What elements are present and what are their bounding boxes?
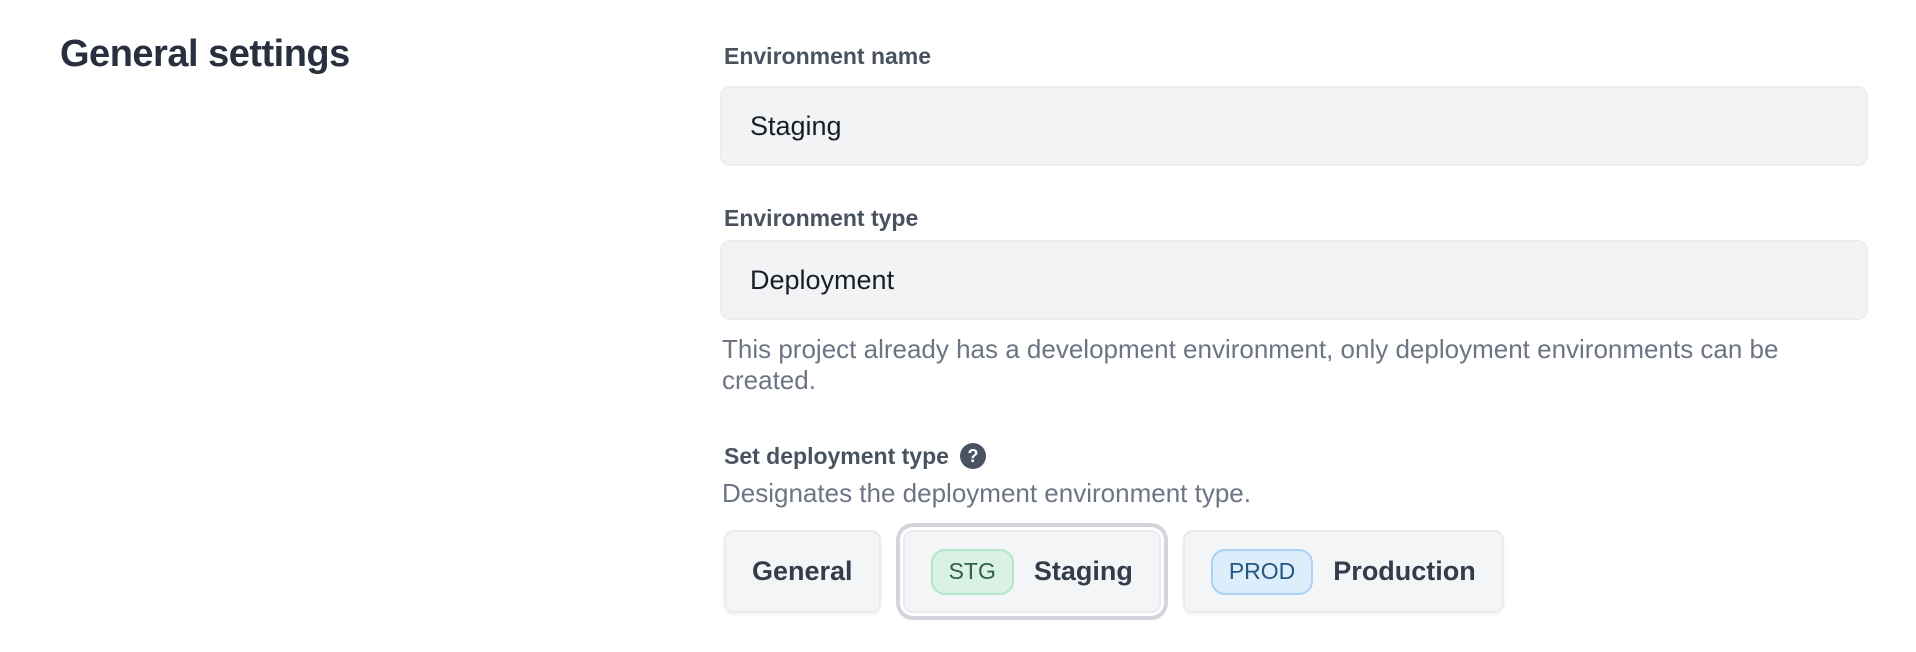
set-deployment-type-row: Set deployment type ? [720, 440, 1868, 472]
general-button-label: General [752, 556, 853, 587]
stg-badge: STG [931, 549, 1014, 595]
settings-heading-column: General settings [0, 0, 720, 613]
general-settings-page: General settings Environment name Enviro… [0, 0, 1916, 613]
question-mark-icon[interactable]: ? [960, 443, 986, 469]
environment-type-input[interactable] [720, 240, 1868, 320]
deployment-type-production-button[interactable]: PROD Production [1183, 530, 1504, 613]
environment-name-label: Environment name [724, 40, 1868, 72]
environment-type-label: Environment type [724, 202, 1868, 234]
deployment-type-options: General STG Staging PROD Production [720, 530, 1868, 613]
deployment-type-general-button[interactable]: General [724, 530, 881, 613]
deployment-type-description: Designates the deployment environment ty… [722, 478, 1868, 509]
staging-button-label: Staging [1034, 556, 1133, 587]
set-deployment-type-label: Set deployment type [724, 440, 949, 472]
settings-form: Environment name Environment type This p… [720, 0, 1868, 613]
prod-badge: PROD [1211, 549, 1313, 595]
environment-name-input[interactable] [720, 86, 1868, 166]
environment-type-help-text: This project already has a development e… [722, 334, 1868, 396]
deployment-type-staging-button[interactable]: STG Staging [903, 530, 1161, 613]
production-button-label: Production [1333, 556, 1476, 587]
page-title: General settings [60, 33, 720, 76]
